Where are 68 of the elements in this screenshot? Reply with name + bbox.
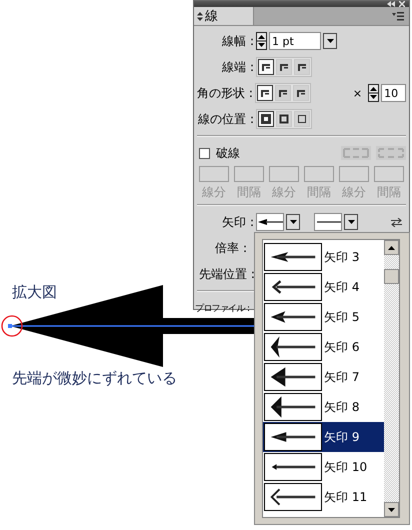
end-arrow-field[interactable] xyxy=(314,213,342,231)
field-label: プロファイル : xyxy=(195,302,250,314)
swap-icon[interactable] xyxy=(391,218,402,226)
item-label: 矢印 11 xyxy=(323,488,368,506)
caret-icon xyxy=(290,220,296,224)
field-label: 先端位置 : xyxy=(199,266,255,282)
corner-option[interactable] xyxy=(256,85,273,101)
dropdown-button[interactable] xyxy=(344,214,358,230)
caret-icon xyxy=(388,508,395,512)
scroll-down-button[interactable] xyxy=(384,502,399,517)
dash-label: 線分 xyxy=(202,184,226,201)
item-label: 矢印 9 xyxy=(323,428,360,446)
align-option[interactable] xyxy=(258,111,274,127)
item-label: 矢印 10 xyxy=(323,458,368,476)
corner-icon xyxy=(279,62,289,72)
field-label: 倍率 : xyxy=(214,240,247,256)
spinner-icon[interactable] xyxy=(368,84,380,102)
updown-icon xyxy=(197,12,203,20)
list-item[interactable]: 矢印 9 xyxy=(263,422,384,452)
start-arrow-field[interactable] xyxy=(256,213,284,231)
updown-icon xyxy=(369,85,378,101)
dashed-checkbox[interactable] xyxy=(199,148,210,158)
dash-label: 間隔 xyxy=(377,184,401,201)
square-icon xyxy=(279,114,289,124)
item-label: 矢印 4 xyxy=(323,278,360,296)
item-label: 矢印 7 xyxy=(323,368,360,386)
updown-icon xyxy=(257,33,266,49)
corner-icon xyxy=(261,62,271,72)
item-label: 矢印 3 xyxy=(323,248,360,266)
arrow-icon xyxy=(257,217,283,227)
field-label: 角の形状 : xyxy=(197,84,253,102)
dropdown-button[interactable] xyxy=(323,33,337,49)
square-icon xyxy=(261,114,271,124)
scroll-thumb[interactable] xyxy=(384,269,399,284)
caption: 拡大図 xyxy=(12,283,57,302)
checkbox-label: 破線 xyxy=(216,144,240,162)
panel-tab[interactable]: 線 xyxy=(194,7,254,25)
dropdown-button[interactable] xyxy=(286,214,300,230)
corner-icon xyxy=(260,88,270,98)
dash-label: 線分 xyxy=(272,184,296,201)
spinner-icon[interactable] xyxy=(256,32,267,50)
corner-icon xyxy=(278,88,288,98)
square-icon xyxy=(297,114,307,124)
item-label: 矢印 5 xyxy=(323,308,360,326)
dash-label: 間隔 xyxy=(237,184,261,201)
corner-icon xyxy=(296,88,306,98)
close-icon[interactable] xyxy=(399,1,405,7)
dash-label: 線分 xyxy=(342,184,366,201)
field-label: 線の位置 : xyxy=(197,110,254,128)
highlight-circle xyxy=(1,315,23,337)
dash-label: 間隔 xyxy=(307,184,331,201)
caret-icon xyxy=(326,39,334,43)
caret-icon xyxy=(348,220,354,224)
cap-option[interactable] xyxy=(258,59,274,75)
collapse-icon[interactable] xyxy=(387,1,395,7)
field-label: 線幅 : xyxy=(221,32,254,50)
limit-sign: × xyxy=(352,86,362,100)
limit-field[interactable]: 10 xyxy=(381,84,406,102)
menu-icon[interactable] xyxy=(392,12,404,20)
corner-icon xyxy=(297,62,307,72)
item-label: 矢印 6 xyxy=(323,338,360,356)
field-label: 矢印 : xyxy=(221,214,254,230)
item-label: 矢印 8 xyxy=(323,398,360,416)
caret-icon xyxy=(388,246,395,250)
field-label: 線端 : xyxy=(221,58,254,76)
scroll-up-button[interactable] xyxy=(384,240,399,255)
note: 先端が微妙にずれている xyxy=(12,369,177,388)
weight-field[interactable]: 1 pt xyxy=(269,32,321,50)
